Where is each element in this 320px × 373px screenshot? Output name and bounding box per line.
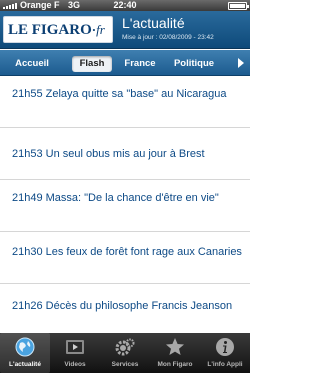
section-nav: Accueil Flash France Politique (0, 50, 250, 76)
tab-label: Services (111, 361, 139, 368)
list-item[interactable]: 21h26 Décès du philosophe Francis Jeanso… (0, 285, 250, 333)
battery-icon (228, 2, 249, 10)
update-timestamp: Mise à jour : 02/08/2009 - 23:42 (122, 34, 214, 41)
app-header: LE FIGARO·fr L'actualité Mise à jour : 0… (0, 11, 250, 49)
tab-politique[interactable]: Politique (170, 56, 218, 72)
tab-flash[interactable]: Flash (72, 56, 112, 72)
figaro-logo[interactable]: LE FIGARO·fr (3, 16, 113, 43)
tab-services[interactable]: Services (100, 333, 150, 373)
list-item[interactable]: 21h53 Un seul obus mis au jour à Brest (0, 129, 250, 180)
news-list: 21h55 Zelaya quitte sa "base" au Nicarag… (0, 77, 250, 333)
news-headline: 21h30 Les feux de forêt font rage aux Ca… (12, 246, 242, 258)
list-item[interactable]: 21h55 Zelaya quitte sa "base" au Nicarag… (0, 77, 250, 128)
info-icon (216, 338, 234, 356)
news-headline: 21h53 Un seul obus mis au jour à Brest (12, 148, 205, 160)
page-title: L'actualité (122, 15, 185, 31)
tab-france[interactable]: France (120, 56, 160, 72)
tab-actualite[interactable]: L'actualité (0, 333, 50, 373)
status-bar: Orange F 3G 22:40 (0, 0, 250, 11)
bottom-tab-bar: L'actualité Videos Services Mon Figaro L… (0, 333, 250, 373)
globe-icon (15, 337, 35, 357)
tab-mon-figaro[interactable]: Mon Figaro (150, 333, 200, 373)
clock: 22:40 (113, 0, 137, 10)
tab-label: Mon Figaro (157, 361, 193, 368)
star-icon (166, 338, 184, 355)
tab-videos[interactable]: Videos (50, 333, 100, 373)
gear-icon (115, 338, 135, 356)
tab-label: L'actualité (9, 361, 41, 368)
tab-label: L'info Appli (207, 361, 243, 368)
news-headline: 21h26 Décès du philosophe Francis Jeanso… (12, 300, 233, 312)
list-item[interactable]: 21h30 Les feux de forêt font rage aux Ca… (0, 233, 250, 284)
tab-info-appli[interactable]: L'info Appli (200, 333, 250, 373)
news-headline: 21h49 Massa: "De la chance d'être en vie… (12, 192, 219, 204)
news-headline: 21h55 Zelaya quitte sa "base" au Nicarag… (12, 88, 227, 100)
logo-fr: fr (96, 22, 105, 37)
video-icon (66, 340, 84, 354)
scroll-right-icon[interactable] (238, 58, 244, 68)
logo-text: LE FIGARO (8, 22, 92, 38)
tab-accueil[interactable]: Accueil (8, 56, 56, 72)
list-item[interactable]: 21h49 Massa: "De la chance d'être en vie… (0, 181, 250, 232)
tab-label: Videos (64, 361, 86, 368)
